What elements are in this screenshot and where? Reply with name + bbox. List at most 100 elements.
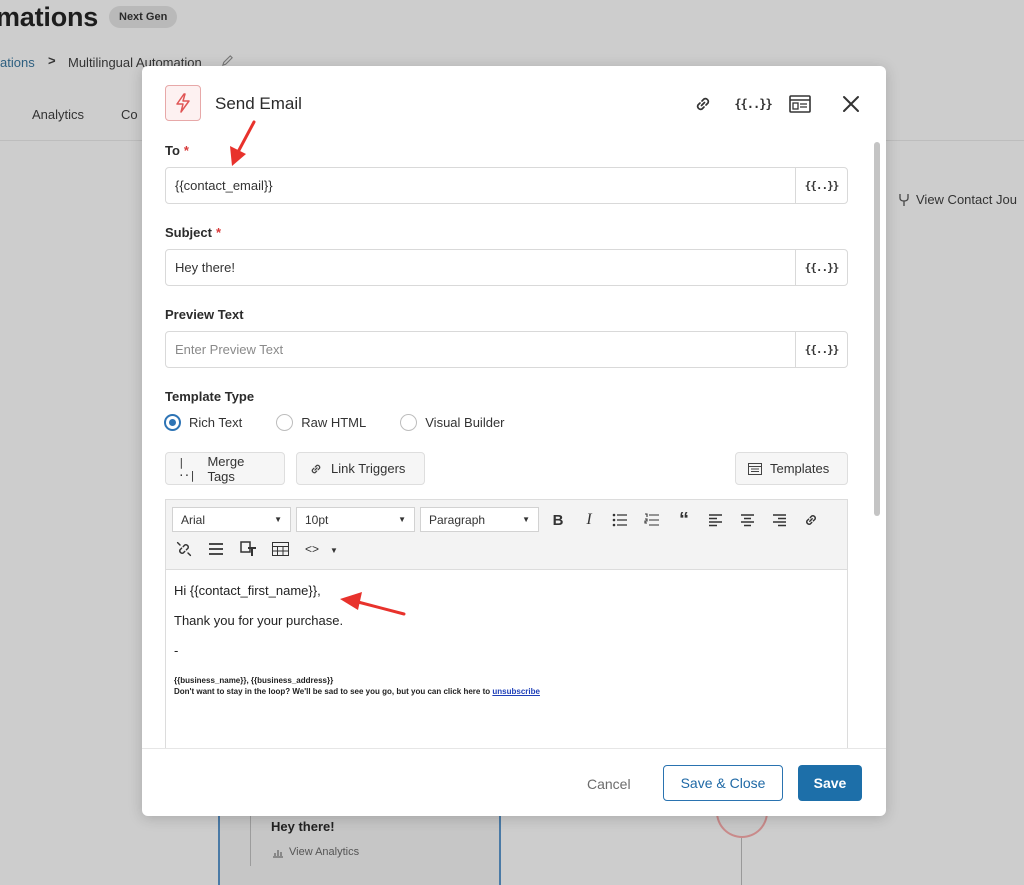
modal-header: Send Email {{..}} xyxy=(142,66,886,142)
radio-selected-dot[interactable] xyxy=(164,414,181,431)
send-email-modal: Send Email {{..}} To * {{contact_email}} … xyxy=(142,66,886,816)
tab-co[interactable]: Co xyxy=(121,107,138,122)
greeting-line: Hi {{contact_first_name}}, xyxy=(174,583,321,598)
preview-merge-tag-button[interactable]: {{..}} xyxy=(795,332,847,367)
unsubscribe-text: Don't want to stay in the loop? We'll be… xyxy=(174,687,493,696)
unsubscribe-link[interactable]: unsubscribe xyxy=(492,687,540,696)
thanks-line: Thank you for your purchase. xyxy=(174,613,344,628)
horizontal-line-icon[interactable] xyxy=(204,537,228,561)
template-type-radio-group: Rich Text Raw HTML Visual Builder xyxy=(164,414,539,431)
font-family-value: Arial xyxy=(181,512,206,527)
card-connector xyxy=(250,810,251,866)
cancel-button[interactable]: Cancel xyxy=(587,776,631,792)
link-icon xyxy=(311,464,321,473)
tab-analytics[interactable]: Analytics xyxy=(32,107,84,122)
radio-raw-html-label: Raw HTML xyxy=(301,415,367,430)
templates-button[interactable]: Templates xyxy=(735,452,848,485)
radio-raw-html[interactable]: Raw HTML xyxy=(276,414,366,431)
email-step-card[interactable]: Hey there! View Analytics xyxy=(218,810,501,885)
font-size-select[interactable]: 10pt ▼ xyxy=(296,507,415,532)
preview-text-field[interactable]: Enter Preview Text {{..}} xyxy=(165,331,848,368)
font-family-select[interactable]: Arial ▼ xyxy=(172,507,291,532)
block-format-value: Paragraph xyxy=(429,512,486,527)
unlink-icon[interactable] xyxy=(172,537,196,561)
table-icon[interactable] xyxy=(268,537,292,561)
bold-icon[interactable]: B xyxy=(546,508,570,532)
card-title: Hey there! xyxy=(271,819,335,834)
merge-tags-button[interactable]: |··| Merge Tags xyxy=(165,452,285,485)
radio-dot[interactable] xyxy=(400,414,418,431)
chart-icon xyxy=(273,849,283,858)
link-icon[interactable] xyxy=(690,90,716,118)
subject-field[interactable]: Hey there! {{..}} xyxy=(165,249,848,286)
view-contact-journey-link[interactable]: View Contact Jou xyxy=(898,192,1017,207)
templates-label: Templates xyxy=(770,461,830,476)
insert-link-icon[interactable] xyxy=(799,508,823,532)
editor-toolbar: Arial ▼ 10pt ▼ Paragraph ▼ B I “ <> ▼ xyxy=(166,500,847,570)
subject-label: Subject * xyxy=(165,225,221,240)
align-right-icon[interactable] xyxy=(767,508,791,532)
caret-down-icon[interactable]: ▼ xyxy=(322,538,346,562)
subject-merge-tag-button[interactable]: {{..}} xyxy=(795,250,847,285)
link-triggers-label: Link Triggers xyxy=(331,461,406,476)
modal-scrollbar[interactable] xyxy=(874,142,880,746)
breadcrumb-parent-link[interactable]: ations xyxy=(0,55,35,70)
to-required-mark: * xyxy=(183,143,189,158)
numbered-list-icon[interactable] xyxy=(640,508,664,532)
link-triggers-button[interactable]: Link Triggers xyxy=(296,452,425,485)
next-gen-badge: Next Gen xyxy=(109,6,178,28)
modal-title: Send Email xyxy=(215,94,302,113)
block-format-select[interactable]: Paragraph ▼ xyxy=(420,507,539,532)
to-field[interactable]: {{contact_email}} {{..}} xyxy=(165,167,848,204)
merge-tags-icon: |··| xyxy=(178,455,196,482)
save-close-button[interactable]: Save & Close xyxy=(663,765,783,801)
paste-text-icon[interactable] xyxy=(236,537,260,561)
radio-rich-text[interactable]: Rich Text xyxy=(164,414,242,431)
breadcrumb-separator: > xyxy=(48,53,56,68)
page-title: mations xyxy=(0,2,99,32)
blockquote-icon[interactable]: “ xyxy=(672,508,696,532)
template-icon[interactable] xyxy=(787,90,813,118)
preview-text-label: Preview Text xyxy=(165,307,244,322)
to-merge-tag-button[interactable]: {{..}} xyxy=(795,168,847,203)
radio-visual-builder[interactable]: Visual Builder xyxy=(400,414,505,431)
lightning-icon xyxy=(165,85,201,121)
italic-icon[interactable]: I xyxy=(577,508,601,532)
template-type-label: Template Type xyxy=(165,389,255,404)
card-view-analytics-link[interactable]: View Analytics xyxy=(272,846,359,858)
subject-label-text: Subject xyxy=(165,225,212,240)
view-contact-journey-label: View Contact Jou xyxy=(916,192,1017,207)
to-label: To * xyxy=(165,143,189,158)
radio-dot[interactable] xyxy=(276,414,294,431)
merge-tags-icon[interactable]: {{..}} xyxy=(734,90,772,118)
editor-content[interactable]: Hi {{contact_first_name}}, Thank you for… xyxy=(174,583,540,697)
workflow-connector xyxy=(741,838,742,885)
preview-text-input[interactable]: Enter Preview Text xyxy=(166,332,795,367)
templates-icon xyxy=(748,462,762,475)
modal-footer: Cancel Save & Close Save xyxy=(142,748,886,816)
caret-down-icon: ▼ xyxy=(522,515,530,524)
align-left-icon[interactable] xyxy=(703,508,727,532)
unsubscribe-line: Don't want to stay in the loop? We'll be… xyxy=(174,686,540,697)
card-view-analytics-label: View Analytics xyxy=(289,846,360,858)
dash-line: - xyxy=(174,643,179,658)
merge-tags-label: Merge Tags xyxy=(207,453,245,484)
align-center-icon[interactable] xyxy=(735,508,759,532)
to-input[interactable]: {{contact_email}} xyxy=(166,168,795,203)
close-icon[interactable] xyxy=(837,90,865,118)
subject-required-mark: * xyxy=(215,225,222,240)
caret-down-icon: ▼ xyxy=(398,515,406,524)
caret-down-icon: ▼ xyxy=(274,515,282,524)
radio-rich-text-label: Rich Text xyxy=(189,415,243,430)
bullet-list-icon[interactable] xyxy=(608,508,632,532)
rich-text-editor: Arial ▼ 10pt ▼ Paragraph ▼ B I “ <> ▼ Hi… xyxy=(165,499,848,749)
save-button[interactable]: Save xyxy=(798,765,862,801)
radio-visual-builder-label: Visual Builder xyxy=(425,415,505,430)
scrollbar-thumb[interactable] xyxy=(874,142,880,516)
business-line: {{business_name}}, {{business_address}} xyxy=(174,676,334,685)
font-size-value: 10pt xyxy=(305,512,329,527)
subject-input[interactable]: Hey there! xyxy=(166,250,795,285)
source-code-icon[interactable]: <> xyxy=(300,537,324,561)
to-label-text: To xyxy=(165,143,180,158)
branch-icon xyxy=(899,193,909,206)
